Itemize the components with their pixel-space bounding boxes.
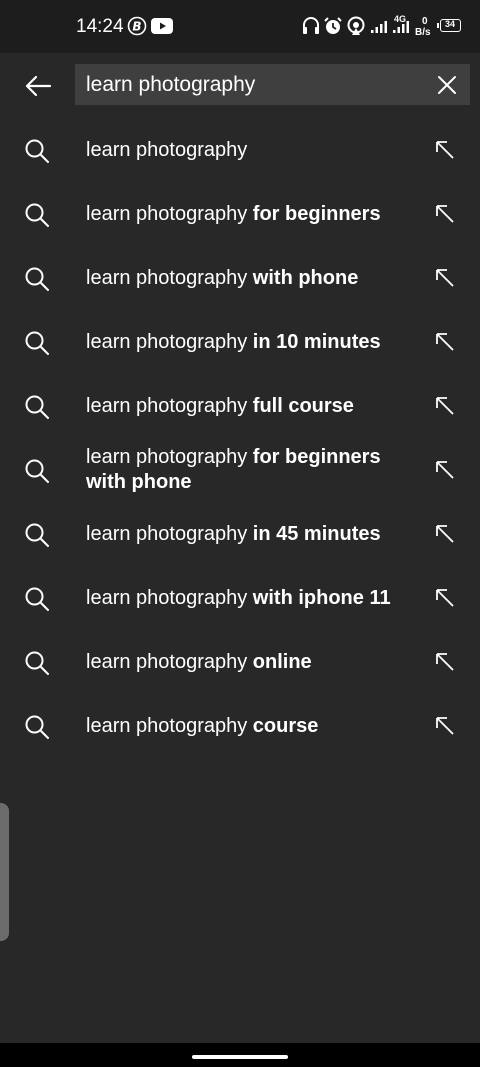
- clear-button[interactable]: [432, 70, 462, 100]
- navigation-bar: [0, 1043, 480, 1067]
- suggestion-text: learn photography with phone: [86, 246, 406, 310]
- suggestion-text: learn photography in 45 minutes: [86, 502, 406, 566]
- suggestion-item[interactable]: learn photography: [0, 118, 480, 182]
- speed-unit: B/s: [415, 27, 431, 38]
- suggestion-text: learn photography for beginners with pho…: [86, 438, 406, 502]
- suggestion-text: learn photography full course: [86, 374, 406, 438]
- suggestion-item[interactable]: learn photography with phone: [0, 246, 480, 310]
- fill-query-arrow-icon[interactable]: [433, 394, 457, 418]
- suggestion-completion: with phone: [247, 266, 359, 289]
- suggestion-item[interactable]: learn photography in 45 minutes: [0, 502, 480, 566]
- back-arrow-icon: [25, 75, 52, 97]
- fill-query-arrow-icon[interactable]: [433, 714, 457, 738]
- suggestion-text: learn photography for beginners: [86, 182, 406, 246]
- svg-text:B: B: [132, 20, 141, 34]
- fill-query-arrow-icon[interactable]: [433, 458, 457, 482]
- back-button[interactable]: [14, 67, 62, 107]
- suggestion-query: learn photography: [86, 266, 248, 289]
- status-bar: 14:24 B 4G 0 B/s 34: [0, 0, 480, 53]
- suggestion-completion: online: [247, 650, 312, 673]
- suggestion-item[interactable]: learn photography online: [0, 630, 480, 694]
- hotspot-icon: [347, 16, 365, 35]
- suggestion-completion: for beginners: [247, 202, 381, 225]
- search-icon: [25, 651, 49, 675]
- suggestion-completion: full course: [247, 394, 354, 417]
- battery-level: 34: [444, 19, 455, 29]
- suggestion-item[interactable]: learn photography with iphone 11: [0, 566, 480, 630]
- suggestion-query: learn photography: [86, 394, 248, 417]
- speed-value: 0: [422, 16, 428, 27]
- search-icon: [25, 331, 49, 355]
- suggestion-query: learn photography: [86, 138, 248, 161]
- suggestion-query: learn photography: [86, 650, 248, 673]
- signal-icon: [371, 21, 387, 33]
- suggestion-query: learn photography: [86, 446, 248, 468]
- battery-icon: 34: [440, 19, 461, 32]
- search-icon: [25, 715, 49, 739]
- fill-query-arrow-icon[interactable]: [433, 522, 457, 546]
- suggestion-completion: course: [247, 714, 319, 737]
- search-header: [0, 53, 480, 117]
- suggestion-query: learn photography: [86, 330, 248, 353]
- suggestion-query: learn photography: [86, 714, 248, 737]
- search-icon: [25, 459, 49, 483]
- search-icon: [25, 587, 49, 611]
- search-icon: [25, 267, 49, 291]
- suggestion-item[interactable]: learn photography for beginners with pho…: [0, 438, 480, 502]
- search-icon: [25, 395, 49, 419]
- fill-query-arrow-icon[interactable]: [433, 266, 457, 290]
- suggestion-text: learn photography course: [86, 694, 406, 758]
- search-icon: [25, 523, 49, 547]
- suggestion-item[interactable]: learn photography for beginners: [0, 182, 480, 246]
- suggestion-completion: in 45 minutes: [247, 522, 381, 545]
- suggestion-item[interactable]: learn photography in 10 minutes: [0, 310, 480, 374]
- network-type: 4G: [394, 14, 407, 24]
- home-indicator[interactable]: [192, 1055, 288, 1059]
- search-icon: [25, 139, 49, 163]
- suggestion-text: learn photography online: [86, 630, 406, 694]
- suggestion-text: learn photography: [86, 118, 406, 182]
- search-input[interactable]: [86, 64, 416, 105]
- bixby-icon: B: [127, 16, 147, 36]
- suggestion-query: learn photography: [86, 202, 248, 225]
- suggestion-completion: with iphone 11: [247, 586, 391, 609]
- headphones-icon: [303, 17, 319, 34]
- battery-tip: [437, 23, 439, 28]
- edge-panel-handle[interactable]: [0, 803, 9, 941]
- search-box[interactable]: [75, 64, 470, 105]
- fill-query-arrow-icon[interactable]: [433, 650, 457, 674]
- suggestion-list: learn photography learn photography for …: [0, 118, 480, 758]
- fill-query-arrow-icon[interactable]: [433, 138, 457, 162]
- youtube-icon: [151, 18, 173, 34]
- alarm-icon: [324, 17, 342, 34]
- suggestion-query: learn photography: [86, 522, 248, 545]
- search-icon: [25, 203, 49, 227]
- fill-query-arrow-icon[interactable]: [433, 202, 457, 226]
- status-time: 14:24: [76, 16, 124, 37]
- fill-query-arrow-icon[interactable]: [433, 586, 457, 610]
- fill-query-arrow-icon[interactable]: [433, 330, 457, 354]
- suggestion-text: learn photography in 10 minutes: [86, 310, 406, 374]
- suggestion-completion: in 10 minutes: [247, 330, 381, 353]
- suggestion-query: learn photography: [86, 586, 248, 609]
- suggestion-text: learn photography with iphone 11: [86, 566, 406, 630]
- suggestion-item[interactable]: learn photography course: [0, 694, 480, 758]
- suggestion-item[interactable]: learn photography full course: [0, 374, 480, 438]
- close-icon: [438, 76, 456, 94]
